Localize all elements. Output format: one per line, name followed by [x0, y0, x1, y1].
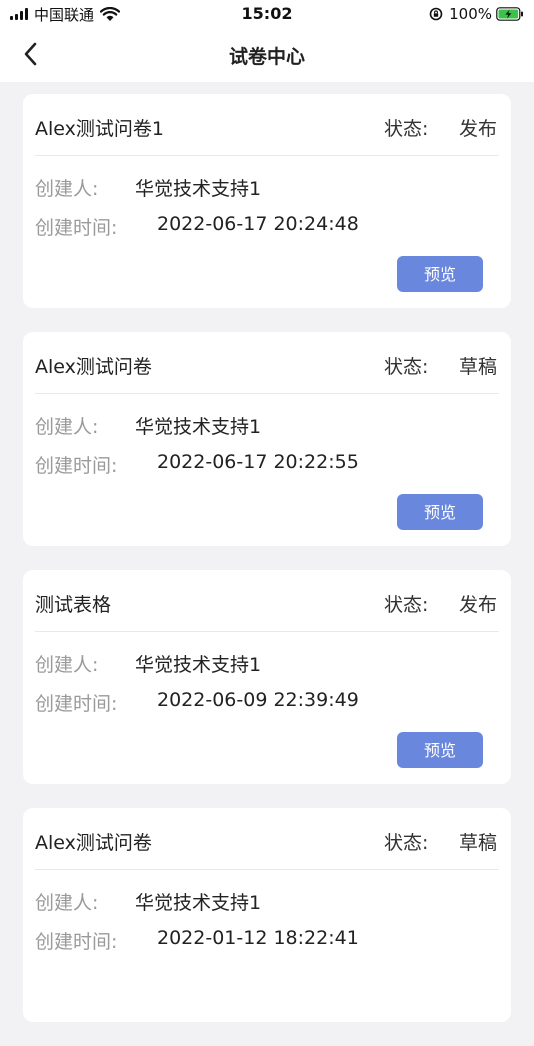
- status-value: 草稿: [458, 356, 497, 378]
- created-time-label: 创建时间:: [35, 217, 118, 239]
- created-time-label: 创建时间:: [35, 455, 118, 477]
- nav-bar: 试卷中心: [0, 28, 534, 82]
- status-bar: 中国联通 15:02 100%: [0, 0, 534, 28]
- status-value: 发布: [458, 594, 497, 616]
- divider: [35, 631, 499, 632]
- paper-list: Alex测试问卷1 状态: 发布 创建人: 华觉技术支持1 创建时间: 2022…: [23, 94, 511, 1046]
- battery-charging-icon: [496, 7, 523, 21]
- status-value: 发布: [458, 118, 497, 140]
- paper-card[interactable]: Alex测试问卷 状态: 草稿 创建人: 华觉技术支持1 创建时间: 2022-…: [23, 332, 511, 546]
- creator-value: 华觉技术支持1: [135, 178, 262, 200]
- battery-percent: 100%: [449, 5, 492, 23]
- status-label: 状态:: [384, 356, 429, 378]
- creator-label: 创建人:: [35, 416, 99, 438]
- paper-card[interactable]: Alex测试问卷1 状态: 发布 创建人: 华觉技术支持1 创建时间: 2022…: [23, 94, 511, 308]
- creator-label: 创建人:: [35, 178, 99, 200]
- status-value: 草稿: [458, 832, 497, 854]
- paper-card[interactable]: Alex测试问卷 状态: 草稿 创建人: 华觉技术支持1 创建时间: 2022-…: [23, 808, 511, 1022]
- paper-title: 测试表格: [35, 594, 112, 616]
- status-bar-right: 100%: [429, 4, 524, 24]
- status-label: 状态:: [384, 832, 429, 854]
- creator-label: 创建人:: [35, 892, 99, 914]
- divider: [35, 869, 499, 870]
- created-time-value: 2022-06-09 22:39:49: [157, 689, 359, 711]
- paper-title: Alex测试问卷: [35, 356, 152, 378]
- divider: [35, 393, 499, 394]
- created-time-value: 2022-06-17 20:22:55: [157, 451, 359, 473]
- paper-title: Alex测试问卷1: [35, 118, 164, 140]
- preview-button[interactable]: 预览: [397, 732, 483, 768]
- created-time-value: 2022-06-17 20:24:48: [157, 213, 359, 235]
- orientation-lock-icon: [429, 7, 443, 21]
- divider: [35, 155, 499, 156]
- preview-button[interactable]: 预览: [397, 494, 483, 530]
- paper-card[interactable]: 测试表格 状态: 发布 创建人: 华觉技术支持1 创建时间: 2022-06-0…: [23, 570, 511, 784]
- preview-button[interactable]: 预览: [397, 256, 483, 292]
- creator-value: 华觉技术支持1: [135, 416, 262, 438]
- paper-title: Alex测试问卷: [35, 832, 152, 854]
- page-title: 试卷中心: [228, 46, 305, 68]
- status-label: 状态:: [384, 594, 429, 616]
- created-time-value: 2022-01-12 18:22:41: [157, 927, 359, 949]
- creator-label: 创建人:: [35, 654, 99, 676]
- status-label: 状态:: [384, 118, 429, 140]
- created-time-label: 创建时间:: [35, 693, 118, 715]
- creator-value: 华觉技术支持1: [135, 654, 262, 676]
- creator-value: 华觉技术支持1: [135, 892, 262, 914]
